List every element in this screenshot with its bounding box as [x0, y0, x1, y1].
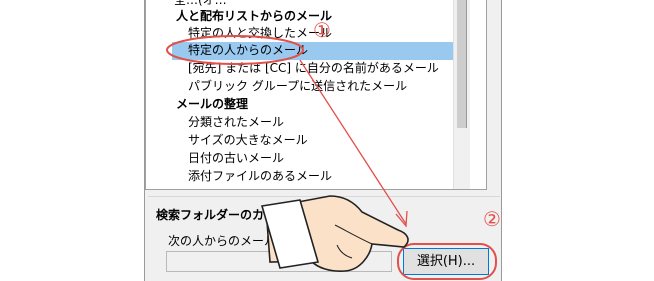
list-item[interactable]: 分類されたメール [188, 114, 284, 131]
list-item[interactable]: [宛先] または [CC] に自分の名前があるメール [188, 60, 439, 77]
customize-section-title: 検索フォルダーのカスタマ [156, 208, 301, 222]
list-item[interactable]: サイズの大きなメール [188, 132, 308, 149]
people-input[interactable] [166, 251, 392, 272]
vertical-scrollbar[interactable] [453, 0, 470, 189]
list-item[interactable]: パブリック グループに送信されたメール [188, 78, 407, 95]
step-2-badge: ② [483, 207, 501, 231]
list-item[interactable]: 日付の古いメール [188, 150, 284, 167]
list-item-selected[interactable]: 特定の人からのメール [188, 42, 308, 59]
list-item[interactable]: 添付ファイルのあるメール [188, 168, 332, 185]
select-button[interactable]: 選択(H)... [403, 248, 489, 275]
group-header-organize: メールの整理 [176, 97, 249, 111]
group-header-people: 人と配布リストからのメール [176, 9, 333, 23]
list-item[interactable]: 特定の人と交換したメール [188, 25, 332, 42]
step-1-badge: ① [313, 18, 331, 42]
from-people-label: 次の人からのメールを [168, 234, 289, 248]
scrollbar-thumb[interactable] [457, 0, 467, 128]
divider [148, 196, 500, 197]
